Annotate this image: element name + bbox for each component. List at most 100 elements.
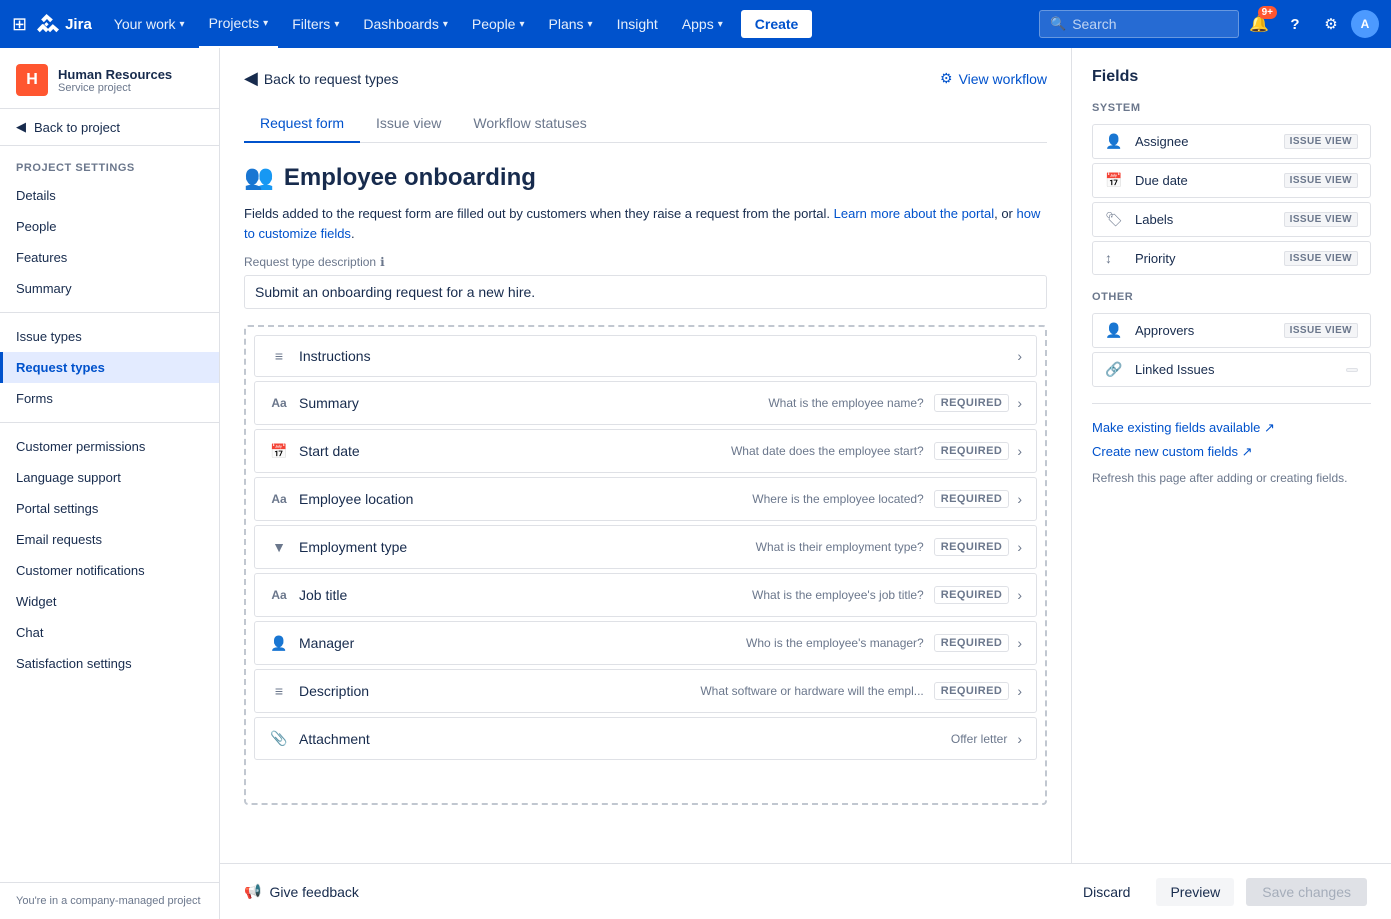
job-title-chevron: › — [1017, 587, 1022, 603]
sidebar-item-issue-types[interactable]: Issue types — [0, 321, 219, 352]
create-custom-fields-link[interactable]: Create new custom fields ↗ — [1092, 444, 1371, 460]
content-area: ◀ Back to request types ⚙ View workflow … — [220, 48, 1391, 919]
field-row-description[interactable]: ≡ Description What software or hardware … — [254, 669, 1037, 713]
page-title: Employee onboarding — [284, 164, 536, 192]
save-changes-button[interactable]: Save changes — [1246, 878, 1367, 906]
notifications-button[interactable]: 🔔 9+ — [1243, 8, 1275, 40]
search-input[interactable] — [1072, 16, 1212, 32]
grid-icon[interactable]: ⊞ — [12, 14, 27, 35]
sidebar-item-language-support[interactable]: Language support — [0, 462, 219, 493]
field-name-employee-location: Employee location — [299, 491, 439, 507]
sidebar-item-email-requests[interactable]: Email requests — [0, 524, 219, 555]
user-avatar[interactable]: A — [1351, 10, 1379, 38]
sidebar-item-widget[interactable]: Widget — [0, 586, 219, 617]
search-icon: 🔍 — [1050, 16, 1066, 32]
field-row-instructions[interactable]: ≡ Instructions › — [254, 335, 1037, 377]
give-feedback-button[interactable]: 📢 Give feedback — [244, 883, 359, 900]
job-title-required: REQUIRED — [934, 586, 1010, 604]
back-to-request-types[interactable]: ◀ Back to request types — [244, 68, 398, 89]
manager-required: REQUIRED — [934, 634, 1010, 652]
tab-issue-view[interactable]: Issue view — [360, 105, 457, 143]
tab-workflow-statuses[interactable]: Workflow statuses — [457, 105, 602, 143]
create-button[interactable]: Create — [741, 10, 813, 38]
employment-type-chevron: › — [1017, 539, 1022, 555]
sidebar-footer: You're in a company-managed project — [0, 882, 219, 919]
settings-button[interactable]: ⚙ — [1315, 8, 1347, 40]
project-name: Human Resources — [58, 67, 172, 82]
preview-button[interactable]: Preview — [1156, 878, 1234, 906]
discard-button[interactable]: Discard — [1069, 878, 1144, 906]
sidebar-item-chat[interactable]: Chat — [0, 617, 219, 648]
field-chip-due-date[interactable]: 📅 Due date ISSUE VIEW — [1092, 163, 1371, 198]
field-row-manager[interactable]: 👤 Manager Who is the employee's manager?… — [254, 621, 1037, 665]
search-box[interactable]: 🔍 — [1039, 10, 1239, 38]
field-row-employment-type[interactable]: ▼ Employment type What is their employme… — [254, 525, 1037, 569]
filters-menu[interactable]: Filters ▾ — [282, 0, 349, 48]
tab-request-form[interactable]: Request form — [244, 105, 360, 143]
right-panel-title: Fields — [1092, 68, 1371, 86]
sidebar-item-customer-permissions[interactable]: Customer permissions — [0, 431, 219, 462]
sidebar-item-people[interactable]: People — [0, 211, 219, 242]
sidebar-item-details[interactable]: Details — [0, 180, 219, 211]
field-hint-start-date: What date does the employee start? — [439, 444, 924, 458]
your-work-menu[interactable]: Your work ▾ — [104, 0, 195, 48]
page-title-row: 👥 Employee onboarding — [244, 163, 1047, 192]
employee-location-chevron: › — [1017, 491, 1022, 507]
approvers-icon: 👤 — [1105, 322, 1125, 339]
back-to-project[interactable]: ◀ Back to project — [0, 109, 219, 146]
field-chip-labels[interactable]: 🏷 Labels ISSUE VIEW — [1092, 202, 1371, 237]
field-hint-attachment: Offer letter — [439, 732, 1007, 746]
bottom-bar: 📢 Give feedback Discard Preview Save cha… — [220, 863, 1391, 919]
start-date-chevron: › — [1017, 443, 1022, 459]
field-row-start-date[interactable]: 📅 Start date What date does the employee… — [254, 429, 1037, 473]
attachment-icon: 📎 — [269, 730, 289, 747]
description-text: Fields added to the request form are fil… — [244, 204, 1047, 243]
sidebar-item-customer-notifications[interactable]: Customer notifications — [0, 555, 219, 586]
back-circle-icon: ◀ — [244, 68, 258, 89]
sidebar-item-summary[interactable]: Summary — [0, 273, 219, 304]
field-row-attachment[interactable]: 📎 Attachment Offer letter › — [254, 717, 1037, 760]
dashboards-menu[interactable]: Dashboards ▾ — [353, 0, 458, 48]
field-row-job-title[interactable]: Aa Job title What is the employee's job … — [254, 573, 1037, 617]
sidebar-item-forms[interactable]: Forms — [0, 383, 219, 414]
help-button[interactable]: ? — [1279, 8, 1311, 40]
field-hint-employment-type: What is their employment type? — [439, 540, 924, 554]
field-name-start-date: Start date — [299, 443, 439, 459]
learn-more-link[interactable]: Learn more about the portal — [834, 206, 994, 221]
labels-icon: 🏷 — [1105, 211, 1125, 228]
field-chip-assignee[interactable]: 👤 Assignee ISSUE VIEW — [1092, 124, 1371, 159]
field-chip-priority[interactable]: ↕ Priority ISSUE VIEW — [1092, 241, 1371, 275]
jira-logo[interactable]: Jira — [35, 12, 92, 36]
sidebar-item-request-types[interactable]: Request types — [0, 352, 219, 383]
gear-icon: ⚙ — [1324, 15, 1337, 33]
field-hint-job-title: What is the employee's job title? — [439, 588, 924, 602]
view-workflow-button[interactable]: ⚙ View workflow — [940, 70, 1047, 87]
field-row-employee-location[interactable]: Aa Employee location Where is the employ… — [254, 477, 1037, 521]
rtd-input[interactable] — [244, 275, 1047, 309]
right-divider — [1092, 403, 1371, 404]
center-panel: ◀ Back to request types ⚙ View workflow … — [220, 48, 1071, 863]
assignee-icon: 👤 — [1105, 133, 1125, 150]
make-fields-available-link[interactable]: Make existing fields available ↗ — [1092, 420, 1371, 436]
people-menu[interactable]: People ▾ — [462, 0, 535, 48]
sidebar-item-features[interactable]: Features — [0, 242, 219, 273]
start-date-icon: 📅 — [269, 443, 289, 460]
sidebar-item-satisfaction-settings[interactable]: Satisfaction settings — [0, 648, 219, 679]
insight-menu[interactable]: Insight — [607, 0, 668, 48]
rtd-label: Request type description ℹ — [244, 255, 1047, 269]
description-icon: ≡ — [269, 683, 289, 699]
summary-icon: Aa — [269, 396, 289, 410]
field-row-summary[interactable]: Aa Summary What is the employee name? RE… — [254, 381, 1037, 425]
sidebar-item-portal-settings[interactable]: Portal settings — [0, 493, 219, 524]
apps-menu[interactable]: Apps ▾ — [672, 0, 733, 48]
plans-menu[interactable]: Plans ▾ — [539, 0, 603, 48]
instructions-chevron: › — [1017, 348, 1022, 364]
projects-menu[interactable]: Projects ▾ — [199, 0, 279, 48]
field-chip-linked-issues[interactable]: 🔗 Linked Issues — [1092, 352, 1371, 387]
summary-chevron: › — [1017, 395, 1022, 411]
employee-location-icon: Aa — [269, 492, 289, 506]
field-name-manager: Manager — [299, 635, 439, 651]
field-name-employment-type: Employment type — [299, 539, 439, 555]
field-name-summary: Summary — [299, 395, 439, 411]
field-chip-approvers[interactable]: 👤 Approvers ISSUE VIEW — [1092, 313, 1371, 348]
